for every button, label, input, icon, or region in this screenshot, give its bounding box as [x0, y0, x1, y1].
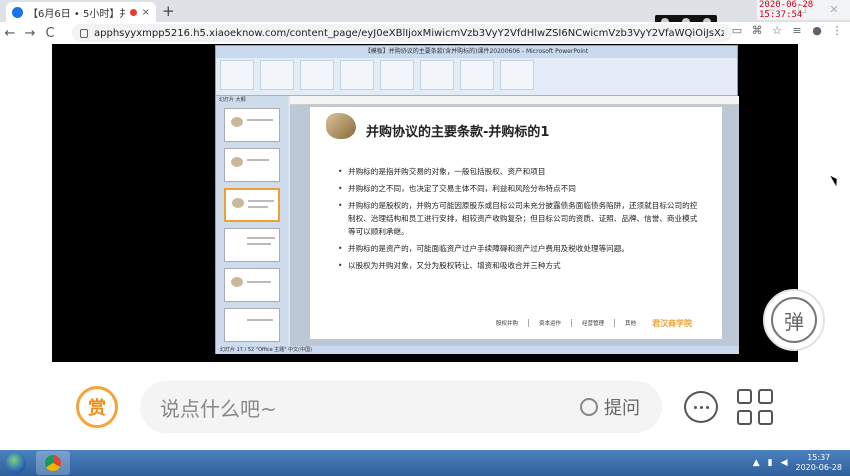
back-button[interactable]: ←: [0, 26, 20, 41]
slide-bullet: 并购标的是股权的，并购方可能因原股东或目标公司未充分披露债务面临债务陷阱，还须就…: [338, 199, 698, 238]
bookmark-star-icon[interactable]: ☆: [770, 24, 784, 37]
ribbon-group: [420, 60, 454, 90]
ribbon-group: [380, 60, 414, 90]
cast-icon[interactable]: ▭: [730, 24, 744, 37]
ribbon-group: [300, 60, 334, 90]
comment-placeholder: 说点什么吧~: [160, 396, 277, 421]
ribbon-group: [340, 60, 374, 90]
slide-thumbnail: [224, 148, 280, 182]
slide-canvas: 并购协议的主要条款-并购标的1 并购标的是指并购交易的对象，一般包括股权、资产和…: [290, 105, 739, 346]
slide-title: 并购协议的主要条款-并购标的1: [366, 125, 550, 140]
slide-thumbnail-selected: [224, 188, 280, 222]
clock-date: 2020-06-28: [795, 463, 843, 472]
ribbon-group: [220, 60, 254, 90]
lock-icon: [80, 28, 88, 38]
slide-thumbnail-pane: 幻灯片 大纲: [216, 96, 288, 346]
network-icon[interactable]: ▮: [768, 458, 773, 468]
ppt-ruler: [290, 96, 739, 105]
ribbon-group: [260, 60, 294, 90]
comment-input[interactable]: 说点什么吧~ 提问: [140, 381, 662, 433]
ppt-status-bar: 幻灯片 17 / 52 "Office 主题" 中文(中国): [216, 346, 739, 354]
forward-button[interactable]: →: [20, 26, 40, 41]
reload-button[interactable]: C: [40, 26, 60, 41]
translate-icon[interactable]: ⌘: [750, 24, 764, 37]
brush-stroke-decoration: [326, 113, 356, 139]
url-text: apphsyyxmpp5216.h5.xiaoeknow.com/content…: [94, 27, 724, 39]
video-player[interactable]: 【模板】并购协议的主要条款(含并购标的)课件20200606 - Microso…: [52, 44, 798, 362]
browser-toolbar-icons: ▭ ⌘ ☆ ≡ ● ⋮: [730, 24, 844, 37]
tab-title: 【6月6日 • 5小时】并购法律: [28, 8, 125, 20]
ppt-ribbon: [216, 58, 737, 96]
menu-dots-icon[interactable]: ⋮: [830, 24, 844, 37]
windows-start-icon: [6, 453, 26, 473]
ppt-body: 幻灯片 大纲 并购协议的主要条款-并购标的1 并购标的是指并购交易的对象，一般包…: [216, 96, 739, 346]
ppt-window-title: 【模板】并购协议的主要条款(含并购标的)课件20200606 - Microso…: [216, 46, 737, 58]
chrome-icon: [45, 455, 61, 471]
page-content: 【模板】并购协议的主要条款(含并购标的)课件20200606 - Microso…: [0, 44, 850, 450]
ribbon-group: [460, 60, 494, 90]
footer-item: 股权并购: [496, 321, 519, 327]
slide-bullet-list: 并购标的是指并购交易的对象，一般包括股权、资产和项目 并购标的之不同，也决定了交…: [338, 165, 698, 276]
brand-logo: 君汉商学院: [652, 318, 693, 328]
tab-close-button[interactable]: ×: [142, 7, 150, 18]
ask-question-toggle[interactable]: 提问: [580, 394, 640, 420]
os-taskbar: ▲ ▮ ◀ 15:37 2020-06-28: [0, 450, 850, 476]
slide-bullet: 并购标的是资产的，可能面临资产过户手续障碍和资产过户费用及税收处理等问题。: [338, 242, 698, 255]
slide: 并购协议的主要条款-并购标的1 并购标的是指并购交易的对象，一般包括股权、资产和…: [310, 107, 722, 339]
taskbar-clock[interactable]: 15:37 2020-06-28: [796, 453, 843, 473]
powerpoint-window: 【模板】并购协议的主要条款(含并购标的)课件20200606 - Microso…: [215, 45, 739, 354]
more-apps-grid-icon[interactable]: [737, 389, 773, 425]
slide-bullet: 并购标的是指并购交易的对象，一般包括股权、资产和项目: [338, 165, 698, 178]
chat-bar: 赏 说点什么吧~ 提问: [52, 362, 798, 450]
profile-avatar-icon[interactable]: ●: [810, 24, 824, 37]
footer-item: 经营管理: [582, 321, 605, 327]
playlist-icon[interactable]: ≡: [790, 24, 804, 37]
radio-circle-icon: [580, 398, 598, 416]
footer-item: 其他: [625, 321, 637, 327]
danmu-toggle-button[interactable]: 弹: [763, 289, 825, 351]
slide-bullet: 并购标的之不同，也决定了交易主体不同，利益和风险分布特点不同: [338, 182, 698, 195]
address-bar[interactable]: apphsyyxmpp5216.h5.xiaoeknow.com/content…: [72, 24, 732, 42]
taskbar-chrome-app[interactable]: [36, 451, 70, 475]
reward-label: 赏: [88, 398, 106, 419]
ribbon-group: [500, 60, 534, 90]
browser-tab[interactable]: 【6月6日 • 5小时】并购法律 ×: [6, 2, 156, 22]
browser-nav-bar: ← → C apphsyyxmpp5216.h5.xiaoeknow.com/c…: [0, 22, 850, 44]
browser-tab-bar: 【6月6日 • 5小时】并购法律 × + — ☐ ✕ 2020-06-28 15…: [0, 0, 850, 29]
recording-clock: 2020-06-28 15:37:54: [757, 0, 850, 20]
footer-item: 资本运作: [539, 321, 562, 327]
slide-footer: 股权并购 资本运作 经营管理 其他 君汉商学院: [310, 313, 722, 333]
system-tray: ▲ ▮ ◀ 15:37 2020-06-28: [753, 450, 842, 476]
slide-thumbnail: [224, 308, 280, 342]
right-margin: [798, 44, 850, 450]
ask-label: 提问: [604, 398, 640, 419]
thumbnail-tabs: 幻灯片 大纲: [219, 97, 246, 103]
start-button[interactable]: [0, 450, 32, 476]
comment-bubble-icon[interactable]: [684, 391, 718, 423]
slide-bullet: 以股权为并购对象，又分为股权转让、增资和吸收合并三种方式: [338, 259, 698, 272]
tray-arrow-icon[interactable]: ▲: [753, 458, 760, 468]
clock-time: 15:37: [807, 453, 831, 462]
volume-icon[interactable]: ◀: [781, 458, 788, 468]
recording-indicator-icon: [129, 8, 137, 16]
slide-thumbnail: [224, 268, 280, 302]
site-favicon-icon: [12, 6, 23, 18]
reward-button[interactable]: 赏: [76, 386, 118, 428]
new-tab-button[interactable]: +: [162, 2, 175, 20]
left-margin: [0, 44, 52, 450]
danmu-label: 弹: [771, 297, 817, 343]
slide-thumbnail: [224, 108, 280, 142]
slide-thumbnail: [224, 228, 280, 262]
